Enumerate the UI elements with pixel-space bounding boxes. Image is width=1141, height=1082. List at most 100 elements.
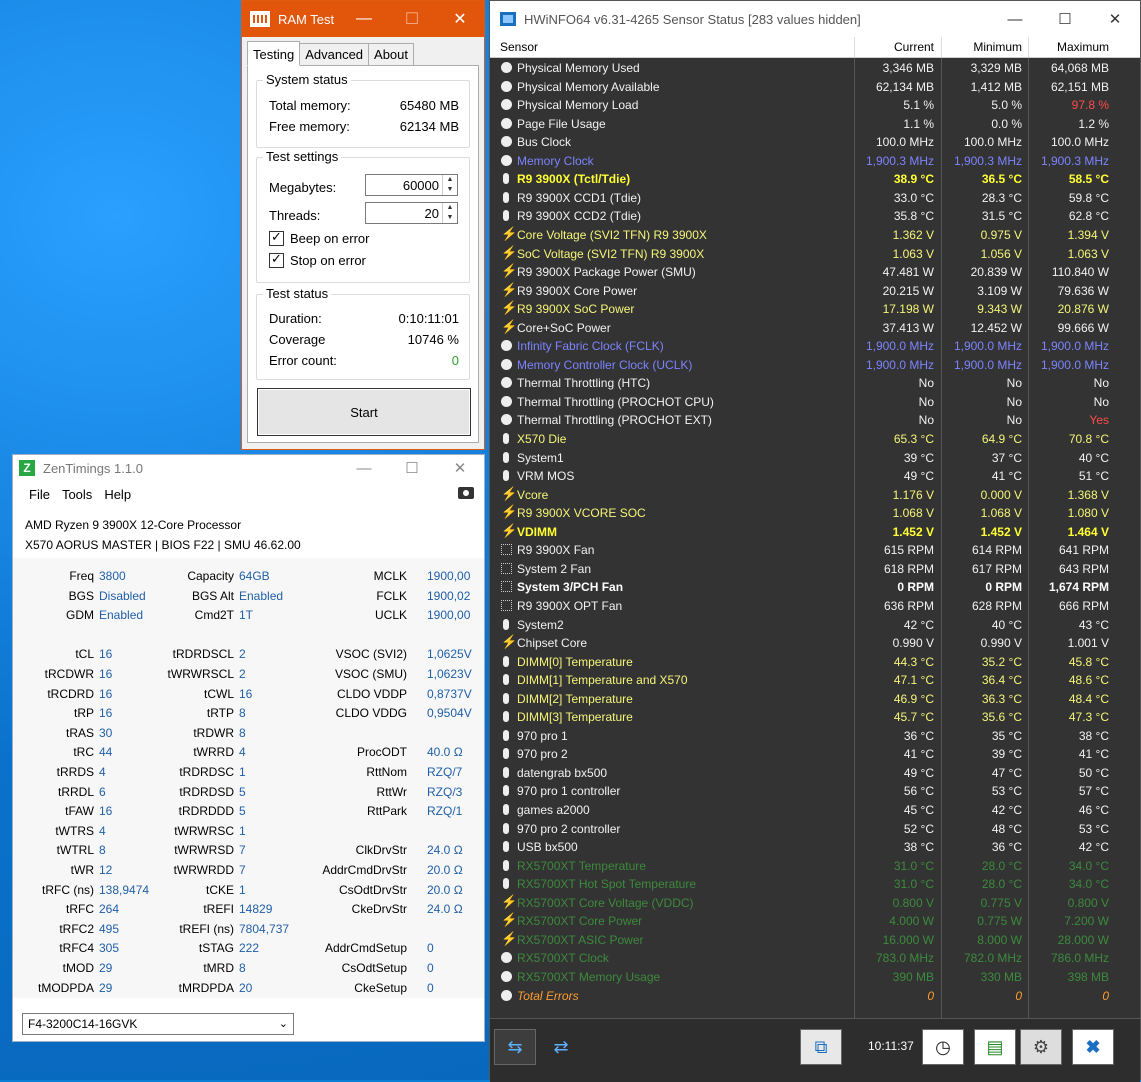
- sensor-row[interactable]: ⚡ R9 3900X Core Power 20.215 W 3.109 W 79.63…: [490, 282, 1140, 301]
- menu-file[interactable]: File: [29, 487, 50, 502]
- sensor-row[interactable]: Physical Memory Available 62,134 MB 1,412 …: [490, 78, 1140, 97]
- header-sensor[interactable]: Sensor: [500, 40, 538, 54]
- minimize-icon[interactable]: —: [340, 455, 388, 481]
- minimize-icon[interactable]: —: [990, 1, 1040, 37]
- tab-advanced[interactable]: Advanced: [299, 43, 370, 66]
- sensor-row[interactable]: RX5700XT Memory Usage 390 MB 330 MB 398 MB: [490, 968, 1140, 987]
- sensor-current: 33.0 °C: [893, 190, 934, 205]
- sensor-row[interactable]: RX5700XT Clock 783.0 MHz 782.0 MHz 786.0 MH…: [490, 949, 1140, 968]
- close-icon[interactable]: ✕: [1090, 1, 1140, 37]
- sensor-row[interactable]: System 2 Fan 618 RPM 617 RPM 643 RPM: [490, 560, 1140, 579]
- sensor-row[interactable]: ⚡ RX5700XT Core Voltage (VDDC) 0.800 V 0.77…: [490, 894, 1140, 913]
- sensor-clock-icon: [501, 358, 512, 370]
- up-arrow-icon[interactable]: ▲: [443, 175, 457, 185]
- sensor-row[interactable]: X570 Die 65.3 °C 64.9 °C 70.8 °C: [490, 430, 1140, 449]
- clock-icon[interactable]: ◷: [922, 1029, 964, 1065]
- sensor-row[interactable]: System1 39 °C 37 °C 40 °C: [490, 449, 1140, 468]
- sensor-row[interactable]: Page File Usage 1.1 % 0.0 % 1.2 %: [490, 115, 1140, 134]
- sensor-row[interactable]: ⚡ SoC Voltage (SVI2 TFN) R9 3900X 1.063 V 1…: [490, 245, 1140, 264]
- close-icon[interactable]: ✕: [436, 1, 484, 37]
- sensor-row[interactable]: ⚡ R9 3900X VCORE SOC 1.068 V 1.068 V 1.080 V: [490, 504, 1140, 523]
- sensor-row[interactable]: 970 pro 1 36 °C 35 °C 38 °C: [490, 727, 1140, 746]
- sensor-row[interactable]: USB bx500 38 °C 36 °C 42 °C: [490, 838, 1140, 857]
- threads-stepper[interactable]: 20 ▲ ▼: [365, 202, 458, 224]
- sensor-row[interactable]: Total Errors 0 0 0: [490, 987, 1140, 1006]
- sensor-row[interactable]: ⚡ R9 3900X Package Power (SMU) 47.481 W 20.…: [490, 263, 1140, 282]
- sensor-row[interactable]: RX5700XT Hot Spot Temperature 31.0 °C 28.0…: [490, 875, 1140, 894]
- expand-arrows-icon[interactable]: ⇆: [494, 1029, 536, 1065]
- sensor-row[interactable]: datengrab bx500 49 °C 47 °C 50 °C: [490, 764, 1140, 783]
- sensor-row[interactable]: ⚡ Chipset Core 0.990 V 0.990 V 1.001 V: [490, 634, 1140, 653]
- down-arrow-icon[interactable]: ▼: [443, 185, 457, 195]
- menu-tools[interactable]: Tools: [62, 487, 92, 502]
- sensor-row[interactable]: RX5700XT Temperature 31.0 °C 28.0 °C 34.0 °…: [490, 857, 1140, 876]
- sensor-row[interactable]: DIMM[0] Temperature 44.3 °C 35.2 °C 45.8 °C: [490, 653, 1140, 672]
- sensor-row[interactable]: ⚡ R9 3900X SoC Power 17.198 W 9.343 W 20.876…: [490, 300, 1140, 319]
- sensor-row[interactable]: DIMM[2] Temperature 46.9 °C 36.3 °C 48.4 °C: [490, 690, 1140, 709]
- sensor-row[interactable]: VRM MOS 49 °C 41 °C 51 °C: [490, 467, 1140, 486]
- sensor-current: 0 RPM: [897, 580, 934, 595]
- tab-about[interactable]: About: [368, 43, 415, 66]
- sensor-row[interactable]: ⚡ Vcore 1.176 V 0.000 V 1.368 V: [490, 486, 1140, 505]
- maximize-icon[interactable]: ☐: [1040, 1, 1090, 37]
- sensor-row[interactable]: Thermal Throttling (HTC) No No No: [490, 374, 1140, 393]
- sensor-row[interactable]: 970 pro 2 41 °C 39 °C 41 °C: [490, 745, 1140, 764]
- sensor-name: DIMM[1] Temperature and X570: [517, 673, 688, 688]
- sensor-row[interactable]: R9 3900X Fan 615 RPM 614 RPM 641 RPM: [490, 541, 1140, 560]
- sensor-row[interactable]: R9 3900X OPT Fan 636 RPM 628 RPM 666 RPM: [490, 597, 1140, 616]
- sensor-row[interactable]: ⚡ Core+SoC Power 37.413 W 12.452 W 99.666 W: [490, 319, 1140, 338]
- sensor-row[interactable]: Physical Memory Used 3,346 MB 3,329 MB 64,0…: [490, 59, 1140, 78]
- header-minimum[interactable]: Minimum: [973, 40, 1022, 54]
- ramtest-titlebar[interactable]: RAM Test — ☐ ✕: [242, 1, 484, 37]
- sensor-row[interactable]: Infinity Fabric Clock (FCLK) 1,900.0 MHz 1…: [490, 337, 1140, 356]
- sensor-row[interactable]: Thermal Throttling (PROCHOT EXT) No No Yes: [490, 411, 1140, 430]
- sensor-row[interactable]: DIMM[3] Temperature 45.7 °C 35.6 °C 47.3 °C: [490, 708, 1140, 727]
- sensor-row[interactable]: ⚡ RX5700XT Core Power 4.000 W 0.775 W 7.200 …: [490, 912, 1140, 931]
- sensor-row[interactable]: Bus Clock 100.0 MHz 100.0 MHz 100.0 MHz: [490, 133, 1140, 152]
- timing-label: tRCDWR: [44, 667, 94, 681]
- sensor-row[interactable]: Memory Controller Clock (UCLK) 1,900.0 MH…: [490, 356, 1140, 375]
- header-maximum[interactable]: Maximum: [1057, 40, 1109, 54]
- sensor-row[interactable]: 970 pro 1 controller 56 °C 53 °C 57 °C: [490, 782, 1140, 801]
- up-arrow-icon[interactable]: ▲: [443, 203, 457, 213]
- sensor-row[interactable]: games a2000 45 °C 42 °C 46 °C: [490, 801, 1140, 820]
- zentimings-titlebar[interactable]: Z ZenTimings 1.1.0 — ☐ ✕: [13, 455, 484, 481]
- memory-module-select[interactable]: F4-3200C14-16GVK ⌄: [22, 1013, 294, 1035]
- log-file-icon[interactable]: ▤: [974, 1029, 1016, 1065]
- sensor-row[interactable]: ⚡ VDIMM 1.452 V 1.452 V 1.464 V: [490, 523, 1140, 542]
- tab-testing[interactable]: Testing: [247, 41, 301, 66]
- hwinfo-titlebar[interactable]: HWiNFO64 v6.31-4265 Sensor Status [283 v…: [490, 1, 1140, 37]
- gear-icon[interactable]: ⚙: [1020, 1029, 1062, 1065]
- network-computers-icon[interactable]: ⧉: [800, 1029, 842, 1065]
- sensor-row[interactable]: R9 3900X CCD1 (Tdie) 33.0 °C 28.3 °C 59.8 °…: [490, 189, 1140, 208]
- minimize-icon[interactable]: —: [340, 1, 388, 37]
- camera-icon[interactable]: [458, 487, 474, 499]
- close-icon[interactable]: ✕: [436, 455, 484, 481]
- megabytes-stepper[interactable]: 60000 ▲ ▼: [365, 174, 458, 196]
- collapse-arrows-icon[interactable]: ⇄: [540, 1029, 582, 1065]
- sensor-row[interactable]: R9 3900X CCD2 (Tdie) 35.8 °C 31.5 °C 62.8 °…: [490, 207, 1140, 226]
- sensor-row[interactable]: Physical Memory Load 5.1 % 5.0 % 97.8 %: [490, 96, 1140, 115]
- sensor-row[interactable]: DIMM[1] Temperature and X570 47.1 °C 36.4 …: [490, 671, 1140, 690]
- timing-row: tCL 16 tRDRDSCL 2 VSOC (SVI2) 1,0625V: [13, 645, 484, 664]
- sensor-list[interactable]: Physical Memory Used 3,346 MB 3,329 MB 64,0…: [490, 58, 1140, 1018]
- sensor-row[interactable]: 970 pro 2 controller 52 °C 48 °C 53 °C: [490, 820, 1140, 839]
- sensor-row[interactable]: System 3/PCH Fan 0 RPM 0 RPM 1,674 RPM: [490, 578, 1140, 597]
- close-icon[interactable]: ✖: [1072, 1029, 1114, 1065]
- beep-on-error-checkbox[interactable]: Beep on error: [269, 229, 370, 246]
- down-arrow-icon[interactable]: ▼: [443, 213, 457, 223]
- start-button[interactable]: Start: [257, 388, 471, 436]
- menu-help[interactable]: Help: [104, 487, 131, 502]
- sensor-row[interactable]: ⚡ RX5700XT ASIC Power 16.000 W 8.000 W 28.00…: [490, 931, 1140, 950]
- sensor-row[interactable]: Memory Clock 1,900.3 MHz 1,900.3 MHz 1,900.…: [490, 152, 1140, 171]
- stop-on-error-checkbox[interactable]: Stop on error: [269, 251, 366, 268]
- timing-row: BGS Disabled BGS Alt Enabled FCLK 1900,02: [13, 587, 484, 606]
- sensor-name: R9 3900X SoC Power: [517, 302, 635, 317]
- sensor-row[interactable]: R9 3900X (Tctl/Tdie) 38.9 °C 36.5 °C 58.5 °…: [490, 170, 1140, 189]
- sensor-clock-icon: [501, 970, 512, 982]
- sensor-maximum: 45.8 °C: [1068, 654, 1109, 669]
- header-current[interactable]: Current: [894, 40, 934, 54]
- sensor-row[interactable]: System2 42 °C 40 °C 43 °C: [490, 616, 1140, 635]
- sensor-row[interactable]: Thermal Throttling (PROCHOT CPU) No No No: [490, 393, 1140, 412]
- sensor-row[interactable]: ⚡ Core Voltage (SVI2 TFN) R9 3900X 1.362 V…: [490, 226, 1140, 245]
